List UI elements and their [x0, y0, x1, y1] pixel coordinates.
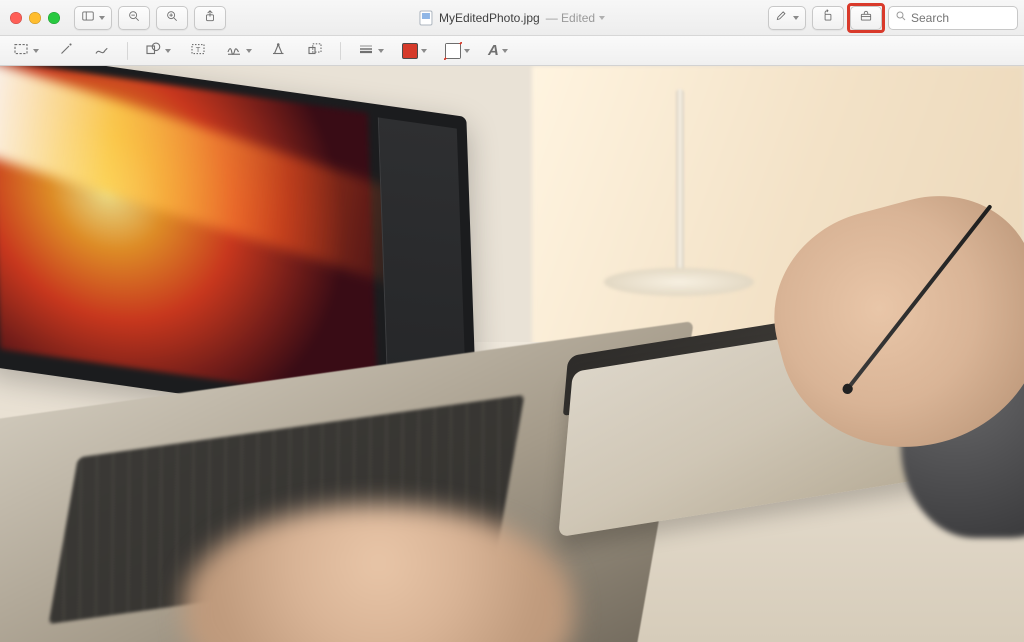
highlight-button[interactable] [768, 6, 806, 30]
photo-tablet [558, 308, 977, 538]
photo-tablet-edge [563, 292, 973, 415]
fill-color-button[interactable] [441, 40, 474, 62]
photo-keyboard [49, 395, 525, 625]
image-canvas[interactable] [0, 66, 1024, 642]
selection-icon [12, 40, 30, 61]
share-icon [203, 9, 217, 26]
markup-toolbar: T A [0, 36, 1024, 66]
document-title[interactable]: MyEditedPhoto.jpg — Edited [419, 10, 605, 26]
zoom-in-button[interactable] [156, 6, 188, 30]
fill-color-swatch [445, 43, 461, 59]
photo-lamp [676, 89, 684, 279]
photo-laptop-screen [0, 66, 476, 436]
sidebar-icon [81, 9, 95, 26]
sketch-button[interactable] [89, 40, 115, 62]
svg-text:T: T [196, 45, 201, 54]
search-input[interactable] [911, 11, 1011, 25]
document-edited-status: — Edited [546, 11, 605, 25]
photo-lamp-base [604, 268, 754, 296]
signature-icon [225, 40, 243, 61]
border-color-swatch [402, 43, 418, 59]
zoom-out-icon [127, 9, 141, 26]
search-icon [895, 10, 907, 25]
zoom-out-button[interactable] [118, 6, 150, 30]
text-icon: T [189, 40, 207, 61]
pencil-draw-icon [93, 40, 111, 61]
photo-right-hand [751, 174, 1024, 477]
markup-toolbar-button[interactable] [850, 6, 882, 30]
search-field[interactable] [888, 6, 1018, 30]
marker-icon [775, 9, 789, 26]
photo-stylus [847, 204, 992, 388]
toolbox-icon [859, 9, 873, 26]
line-weight-icon [357, 40, 375, 61]
wand-icon [57, 40, 75, 61]
document-filename: MyEditedPhoto.jpg [439, 11, 540, 25]
photo-left-hand [184, 504, 573, 642]
selection-tool-button[interactable] [8, 40, 43, 62]
rotate-button[interactable] [812, 6, 844, 30]
adjust-size-icon [306, 40, 324, 61]
adjust-color-button[interactable] [266, 40, 292, 62]
photo-desk [0, 342, 1024, 642]
rotate-icon [821, 9, 835, 26]
shapes-icon [144, 40, 162, 61]
border-color-button[interactable] [398, 40, 431, 62]
shape-style-button[interactable] [353, 40, 388, 62]
fullscreen-window-button[interactable] [48, 12, 60, 24]
shapes-button[interactable] [140, 40, 175, 62]
close-window-button[interactable] [10, 12, 22, 24]
sidebar-view-button[interactable] [74, 6, 112, 30]
window-controls [10, 12, 60, 24]
font-style-icon: A [488, 42, 499, 59]
photo-background [532, 66, 1024, 642]
instant-alpha-button[interactable] [53, 40, 79, 62]
adjust-size-button[interactable] [302, 40, 328, 62]
text-tool-button[interactable]: T [185, 40, 211, 62]
zoom-in-icon [165, 9, 179, 26]
toolbar-separator [340, 42, 341, 60]
photo-laptop-base [0, 321, 694, 642]
document-icon [419, 10, 433, 26]
window-titlebar: MyEditedPhoto.jpg — Edited [0, 0, 1024, 36]
photo-sleeve [901, 308, 1024, 538]
text-style-button[interactable]: A [484, 40, 512, 62]
share-button[interactable] [194, 6, 226, 30]
sign-button[interactable] [221, 40, 256, 62]
minimize-window-button[interactable] [29, 12, 41, 24]
toolbar-separator [127, 42, 128, 60]
adjust-color-icon [270, 40, 288, 61]
